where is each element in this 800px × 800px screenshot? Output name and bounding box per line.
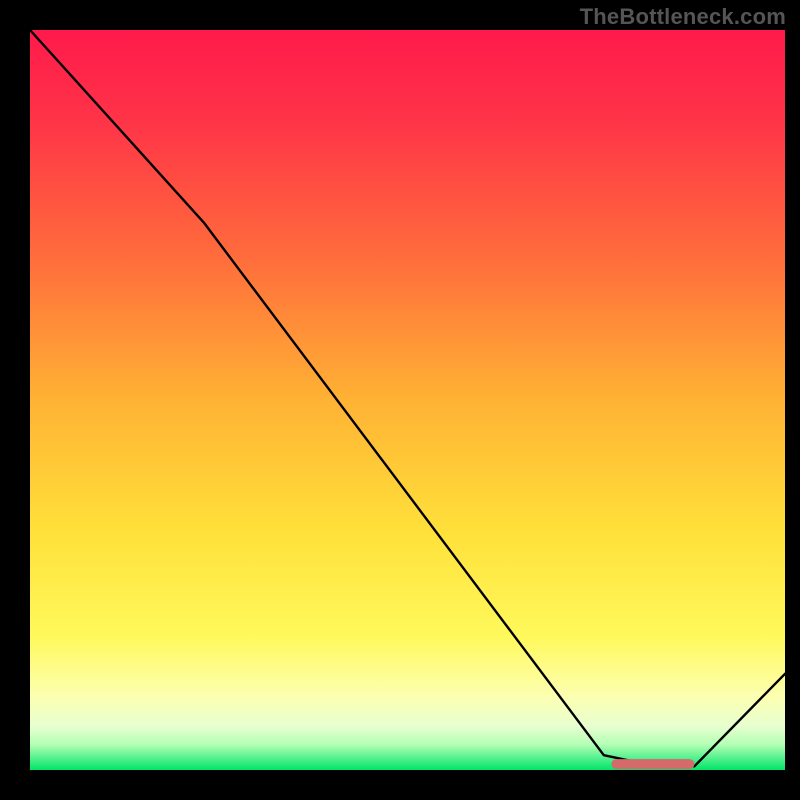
plot-area bbox=[30, 30, 785, 770]
watermark-label: TheBottleneck.com bbox=[580, 4, 786, 30]
highlight-marker bbox=[611, 759, 694, 769]
gradient-background bbox=[30, 30, 785, 770]
chart-svg bbox=[30, 30, 785, 770]
chart-frame: TheBottleneck.com bbox=[0, 0, 800, 800]
